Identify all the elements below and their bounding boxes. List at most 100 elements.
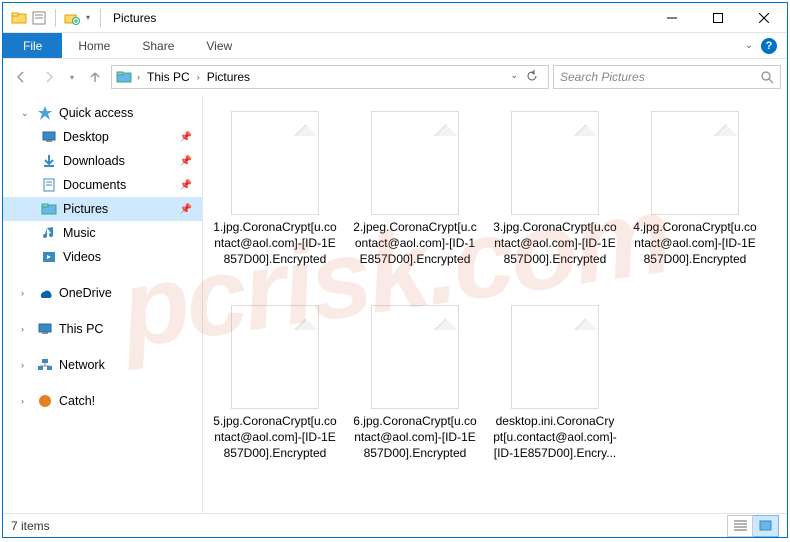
address-bar[interactable]: › This PC › Pictures ⌄ <box>111 65 549 89</box>
pin-icon: 📌 <box>180 180 192 191</box>
sidebar-item-videos[interactable]: Videos <box>3 245 202 269</box>
file-thumbnail-icon <box>511 305 599 409</box>
quick-access-toolbar: ▾ <box>3 9 105 27</box>
tab-share[interactable]: Share <box>126 33 190 58</box>
navigation-pane: ⌄ Quick access Desktop📌Downloads📌Documen… <box>3 95 203 513</box>
qat-separator <box>55 9 56 27</box>
sidebar-item-documents[interactable]: Documents 📌 <box>3 173 202 197</box>
close-button[interactable] <box>741 3 787 33</box>
folder-icon <box>41 129 57 145</box>
folder-icon <box>41 225 57 241</box>
tree-label: This PC <box>59 322 103 336</box>
file-thumbnail-icon <box>651 111 739 215</box>
pin-icon: 📌 <box>180 204 192 215</box>
sidebar-item-music[interactable]: Music <box>3 221 202 245</box>
file-name: 3.jpg.CoronaCrypt[u.contact@aol.com]-[ID… <box>491 219 619 268</box>
tree-label: OneDrive <box>59 286 112 300</box>
maximize-button[interactable] <box>695 3 741 33</box>
file-thumbnail-icon <box>371 111 459 215</box>
file-thumbnail-icon <box>231 305 319 409</box>
view-toggle <box>727 515 779 537</box>
folder-icon <box>41 153 57 169</box>
new-folder-icon[interactable] <box>64 10 80 26</box>
tree-label: Downloads <box>63 154 125 168</box>
file-item[interactable]: 4.jpg.CoronaCrypt[u.contact@aol.com]-[ID… <box>631 105 759 295</box>
tree-label: Desktop <box>63 130 109 144</box>
star-icon <box>37 105 53 121</box>
tree-label: Pictures <box>63 202 108 216</box>
drive-icon <box>37 393 53 409</box>
back-button[interactable] <box>9 65 33 89</box>
properties-icon[interactable] <box>31 10 47 26</box>
search-placeholder: Search Pictures <box>560 70 645 84</box>
caption-buttons <box>649 3 787 33</box>
up-button[interactable] <box>83 65 107 89</box>
expand-caret-icon[interactable]: ⌄ <box>21 108 31 119</box>
file-name: 2.jpeg.CoronaCrypt[u.contact@aol.com]-[I… <box>351 219 479 268</box>
sidebar-item-downloads[interactable]: Downloads 📌 <box>3 149 202 173</box>
refresh-icon[interactable] <box>526 70 538 85</box>
file-name: desktop.ini.CoronaCrypt[u.contact@aol.co… <box>491 413 619 462</box>
navigation-bar: ▾ › This PC › Pictures ⌄ Search Pictures <box>3 59 787 95</box>
file-item[interactable]: 3.jpg.CoronaCrypt[u.contact@aol.com]-[ID… <box>491 105 619 295</box>
expand-caret-icon[interactable]: › <box>21 360 31 370</box>
pin-icon: 📌 <box>180 156 192 167</box>
file-name: 4.jpg.CoronaCrypt[u.contact@aol.com]-[ID… <box>631 219 759 268</box>
recent-locations-icon[interactable]: ▾ <box>65 65 79 89</box>
folder-icon <box>41 249 57 265</box>
file-grid[interactable]: 1.jpg.CoronaCrypt[u.contact@aol.com]-[ID… <box>203 95 787 513</box>
tab-view[interactable]: View <box>190 33 248 58</box>
file-name: 1.jpg.CoronaCrypt[u.contact@aol.com]-[ID… <box>211 219 339 268</box>
item-count: 7 items <box>11 519 50 533</box>
file-name: 6.jpg.CoronaCrypt[u.contact@aol.com]-[ID… <box>351 413 479 462</box>
details-view-button[interactable] <box>727 515 753 537</box>
breadcrumb-segment[interactable]: Pictures <box>205 70 252 84</box>
tab-home[interactable]: Home <box>62 33 126 58</box>
ribbon-collapse-icon[interactable]: ⌄ <box>745 40 753 51</box>
file-item[interactable]: 2.jpeg.CoronaCrypt[u.contact@aol.com]-[I… <box>351 105 479 295</box>
pin-icon: 📌 <box>180 132 192 143</box>
file-item[interactable]: desktop.ini.CoronaCrypt[u.contact@aol.co… <box>491 299 619 489</box>
tree-label: Network <box>59 358 105 372</box>
expand-caret-icon[interactable]: › <box>21 396 31 406</box>
window-title: Pictures <box>113 11 156 25</box>
file-item[interactable]: 5.jpg.CoronaCrypt[u.contact@aol.com]-[ID… <box>211 299 339 489</box>
explorer-window: ▾ Pictures File Home Share View ⌄ ? ▾ › … <box>2 2 788 538</box>
search-icon <box>761 71 774 84</box>
minimize-button[interactable] <box>649 3 695 33</box>
tree-label: Documents <box>63 178 126 192</box>
chevron-right-icon[interactable]: › <box>134 72 143 82</box>
sidebar-item-catch-[interactable]: › Catch! <box>3 389 202 413</box>
tree-label: Catch! <box>59 394 95 408</box>
help-icon[interactable]: ? <box>761 38 777 54</box>
expand-caret-icon[interactable]: › <box>21 288 31 298</box>
search-input[interactable]: Search Pictures <box>553 65 781 89</box>
drive-icon <box>37 357 53 373</box>
titlebar: ▾ Pictures <box>3 3 787 33</box>
chevron-right-icon[interactable]: › <box>194 72 203 82</box>
file-item[interactable]: 6.jpg.CoronaCrypt[u.contact@aol.com]-[ID… <box>351 299 479 489</box>
sidebar-item-desktop[interactable]: Desktop 📌 <box>3 125 202 149</box>
file-thumbnail-icon <box>511 111 599 215</box>
sidebar-item-this-pc[interactable]: › This PC <box>3 317 202 341</box>
drive-icon <box>37 321 53 337</box>
sidebar-item-pictures[interactable]: Pictures 📌 <box>3 197 202 221</box>
file-item[interactable]: 1.jpg.CoronaCrypt[u.contact@aol.com]-[ID… <box>211 105 339 295</box>
status-bar: 7 items <box>3 513 787 537</box>
expand-caret-icon[interactable]: › <box>21 324 31 334</box>
quick-access-root[interactable]: ⌄ Quick access <box>3 101 202 125</box>
breadcrumb-segment[interactable]: This PC <box>145 70 192 84</box>
folder-icon <box>41 177 57 193</box>
sidebar-item-onedrive[interactable]: › OneDrive <box>3 281 202 305</box>
tree-label: Videos <box>63 250 101 264</box>
qat-dropdown-icon[interactable]: ▾ <box>84 13 92 22</box>
file-tab[interactable]: File <box>3 33 62 58</box>
body: ⌄ Quick access Desktop📌Downloads📌Documen… <box>3 95 787 513</box>
thumbnails-view-button[interactable] <box>753 515 779 537</box>
ribbon-tabs: File Home Share View ⌄ ? <box>3 33 787 59</box>
sidebar-item-network[interactable]: › Network <box>3 353 202 377</box>
forward-button[interactable] <box>37 65 61 89</box>
tree-label: Music <box>63 226 96 240</box>
tree-label: Quick access <box>59 106 133 120</box>
dropdown-icon[interactable]: ⌄ <box>510 70 518 85</box>
